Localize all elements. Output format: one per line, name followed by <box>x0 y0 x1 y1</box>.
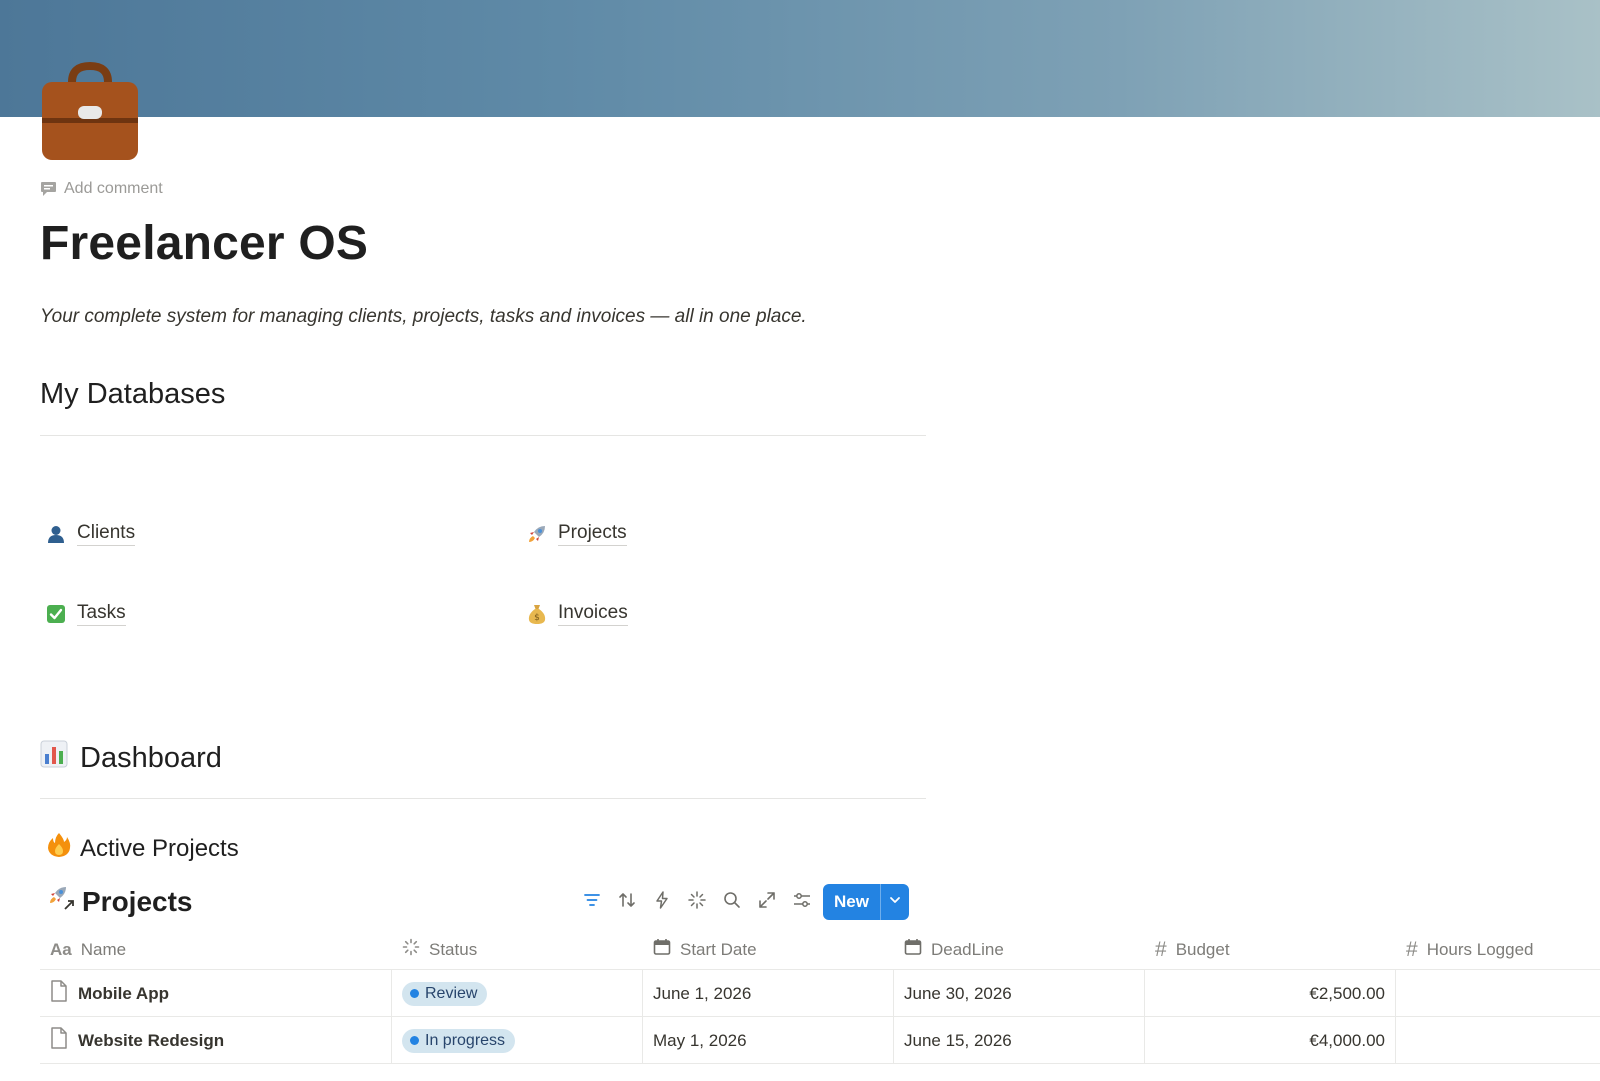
svg-text:$: $ <box>534 613 540 623</box>
cell-name[interactable]: Website Redesign <box>40 1017 392 1064</box>
settings-button[interactable] <box>784 883 819 917</box>
column-header-status[interactable]: Status <box>392 930 643 970</box>
money-bag-icon: $ <box>526 603 548 625</box>
cell-start-date[interactable]: June 1, 2026 <box>643 970 894 1017</box>
automation-button[interactable] <box>644 883 679 917</box>
status-dot <box>410 1036 419 1045</box>
cell-hours-logged[interactable] <box>1396 1017 1600 1064</box>
briefcase-icon[interactable] <box>40 61 140 162</box>
column-header-name[interactable]: Aa Name <box>40 930 392 970</box>
fire-icon <box>46 832 72 865</box>
status-icon <box>402 938 420 961</box>
checkbox-icon <box>45 603 67 625</box>
sort-icon <box>618 891 636 909</box>
cell-name[interactable]: Mobile App <box>40 970 392 1017</box>
search-button[interactable] <box>714 883 749 917</box>
active-projects-heading: Active Projects <box>46 832 239 865</box>
column-header-label: Name <box>80 939 127 959</box>
db-link-tasks[interactable]: Tasks <box>45 602 126 626</box>
page-icon <box>50 1027 68 1054</box>
number-icon: # <box>1406 937 1418 961</box>
projects-table: Aa Name Status Start Date DeadLine # Bud… <box>40 930 1600 1064</box>
page-cover <box>0 0 1600 117</box>
column-header-deadline[interactable]: DeadLine <box>894 930 1145 970</box>
database-toolbar <box>574 883 819 917</box>
column-header-start-date[interactable]: Start Date <box>643 930 894 970</box>
filter-button[interactable] <box>574 883 609 917</box>
db-link-label: Tasks <box>77 602 126 626</box>
expand-button[interactable] <box>749 883 784 917</box>
table-row[interactable]: Website Redesign In progress May 1, 2026… <box>40 1017 1600 1064</box>
db-link-label: Invoices <box>558 602 628 626</box>
projects-database-title-text: Projects <box>82 885 193 917</box>
calendar-icon <box>904 938 922 961</box>
add-comment-label: Add comment <box>64 180 163 197</box>
cell-budget[interactable]: €4,000.00 <box>1145 1017 1396 1064</box>
active-projects-heading-text: Active Projects <box>80 834 239 862</box>
sliders-icon <box>793 891 811 909</box>
search-icon <box>723 891 741 909</box>
sparkle-icon <box>687 891 706 909</box>
my-databases-heading: My Databases <box>40 378 225 411</box>
dashboard-heading-text: Dashboard <box>80 741 222 774</box>
add-comment-button[interactable]: Add comment <box>40 180 163 198</box>
page-title[interactable]: Freelancer OS <box>40 216 368 271</box>
new-dropdown-button[interactable] <box>881 892 909 912</box>
column-header-label: Hours Logged <box>1426 939 1534 959</box>
column-header-label: Budget <box>1175 939 1230 959</box>
column-header-label: DeadLine <box>931 939 1004 959</box>
number-icon: # <box>1155 937 1167 961</box>
db-link-projects[interactable]: Projects <box>526 522 627 546</box>
page-subtitle: Your complete system for managing client… <box>40 306 807 327</box>
row-name-text: Mobile App <box>78 983 169 1003</box>
column-header-label: Status <box>429 939 478 959</box>
my-databases-heading-text: My Databases <box>40 378 226 410</box>
calendar-icon <box>653 938 671 961</box>
status-dot <box>410 989 419 998</box>
projects-database-title[interactable]: Projects <box>46 884 193 919</box>
comment-icon <box>40 181 57 197</box>
table-row[interactable]: Mobile App Review June 1, 2026 June 30, … <box>40 970 1600 1017</box>
cell-start-date[interactable]: May 1, 2026 <box>643 1017 894 1064</box>
db-link-label: Projects <box>558 522 627 546</box>
dashboard-heading: Dashboard <box>40 740 222 776</box>
status-badge-text: Review <box>425 984 478 1002</box>
page-icon <box>50 980 68 1007</box>
rocket-link-icon <box>46 884 76 919</box>
status-badge-text: In progress <box>425 1031 506 1049</box>
filter-icon <box>583 891 601 909</box>
table-header: Aa Name Status Start Date DeadLine # Bud… <box>40 930 1600 970</box>
cell-budget[interactable]: €2,500.00 <box>1145 970 1396 1017</box>
db-link-invoices[interactable]: $ Invoices <box>526 602 628 626</box>
chevron-down-icon <box>888 892 902 912</box>
lightning-icon <box>653 891 671 909</box>
ai-autofill-button[interactable] <box>679 883 714 917</box>
row-name-text: Website Redesign <box>78 1030 225 1050</box>
db-link-label: Clients <box>77 522 136 546</box>
column-header-label: Start Date <box>680 939 757 959</box>
new-button[interactable]: New <box>823 892 880 912</box>
bar-chart-icon <box>40 740 68 776</box>
status-badge: In progress <box>402 1028 516 1053</box>
new-button-group: New <box>823 884 909 920</box>
db-link-clients[interactable]: Clients <box>45 522 136 546</box>
text-icon: Aa <box>50 939 72 959</box>
status-badge: Review <box>402 981 488 1006</box>
divider <box>40 798 926 799</box>
person-icon <box>45 523 67 545</box>
sort-button[interactable] <box>609 883 644 917</box>
divider <box>40 435 926 436</box>
column-header-hours-logged[interactable]: # Hours Logged <box>1396 930 1600 970</box>
rocket-icon <box>526 523 548 545</box>
cell-hours-logged[interactable] <box>1396 970 1600 1017</box>
cell-status[interactable]: Review <box>392 970 643 1017</box>
column-header-budget[interactable]: # Budget <box>1145 930 1396 970</box>
cell-status[interactable]: In progress <box>392 1017 643 1064</box>
cell-deadline[interactable]: June 15, 2026 <box>894 1017 1145 1064</box>
expand-icon <box>758 891 776 909</box>
cell-deadline[interactable]: June 30, 2026 <box>894 970 1145 1017</box>
